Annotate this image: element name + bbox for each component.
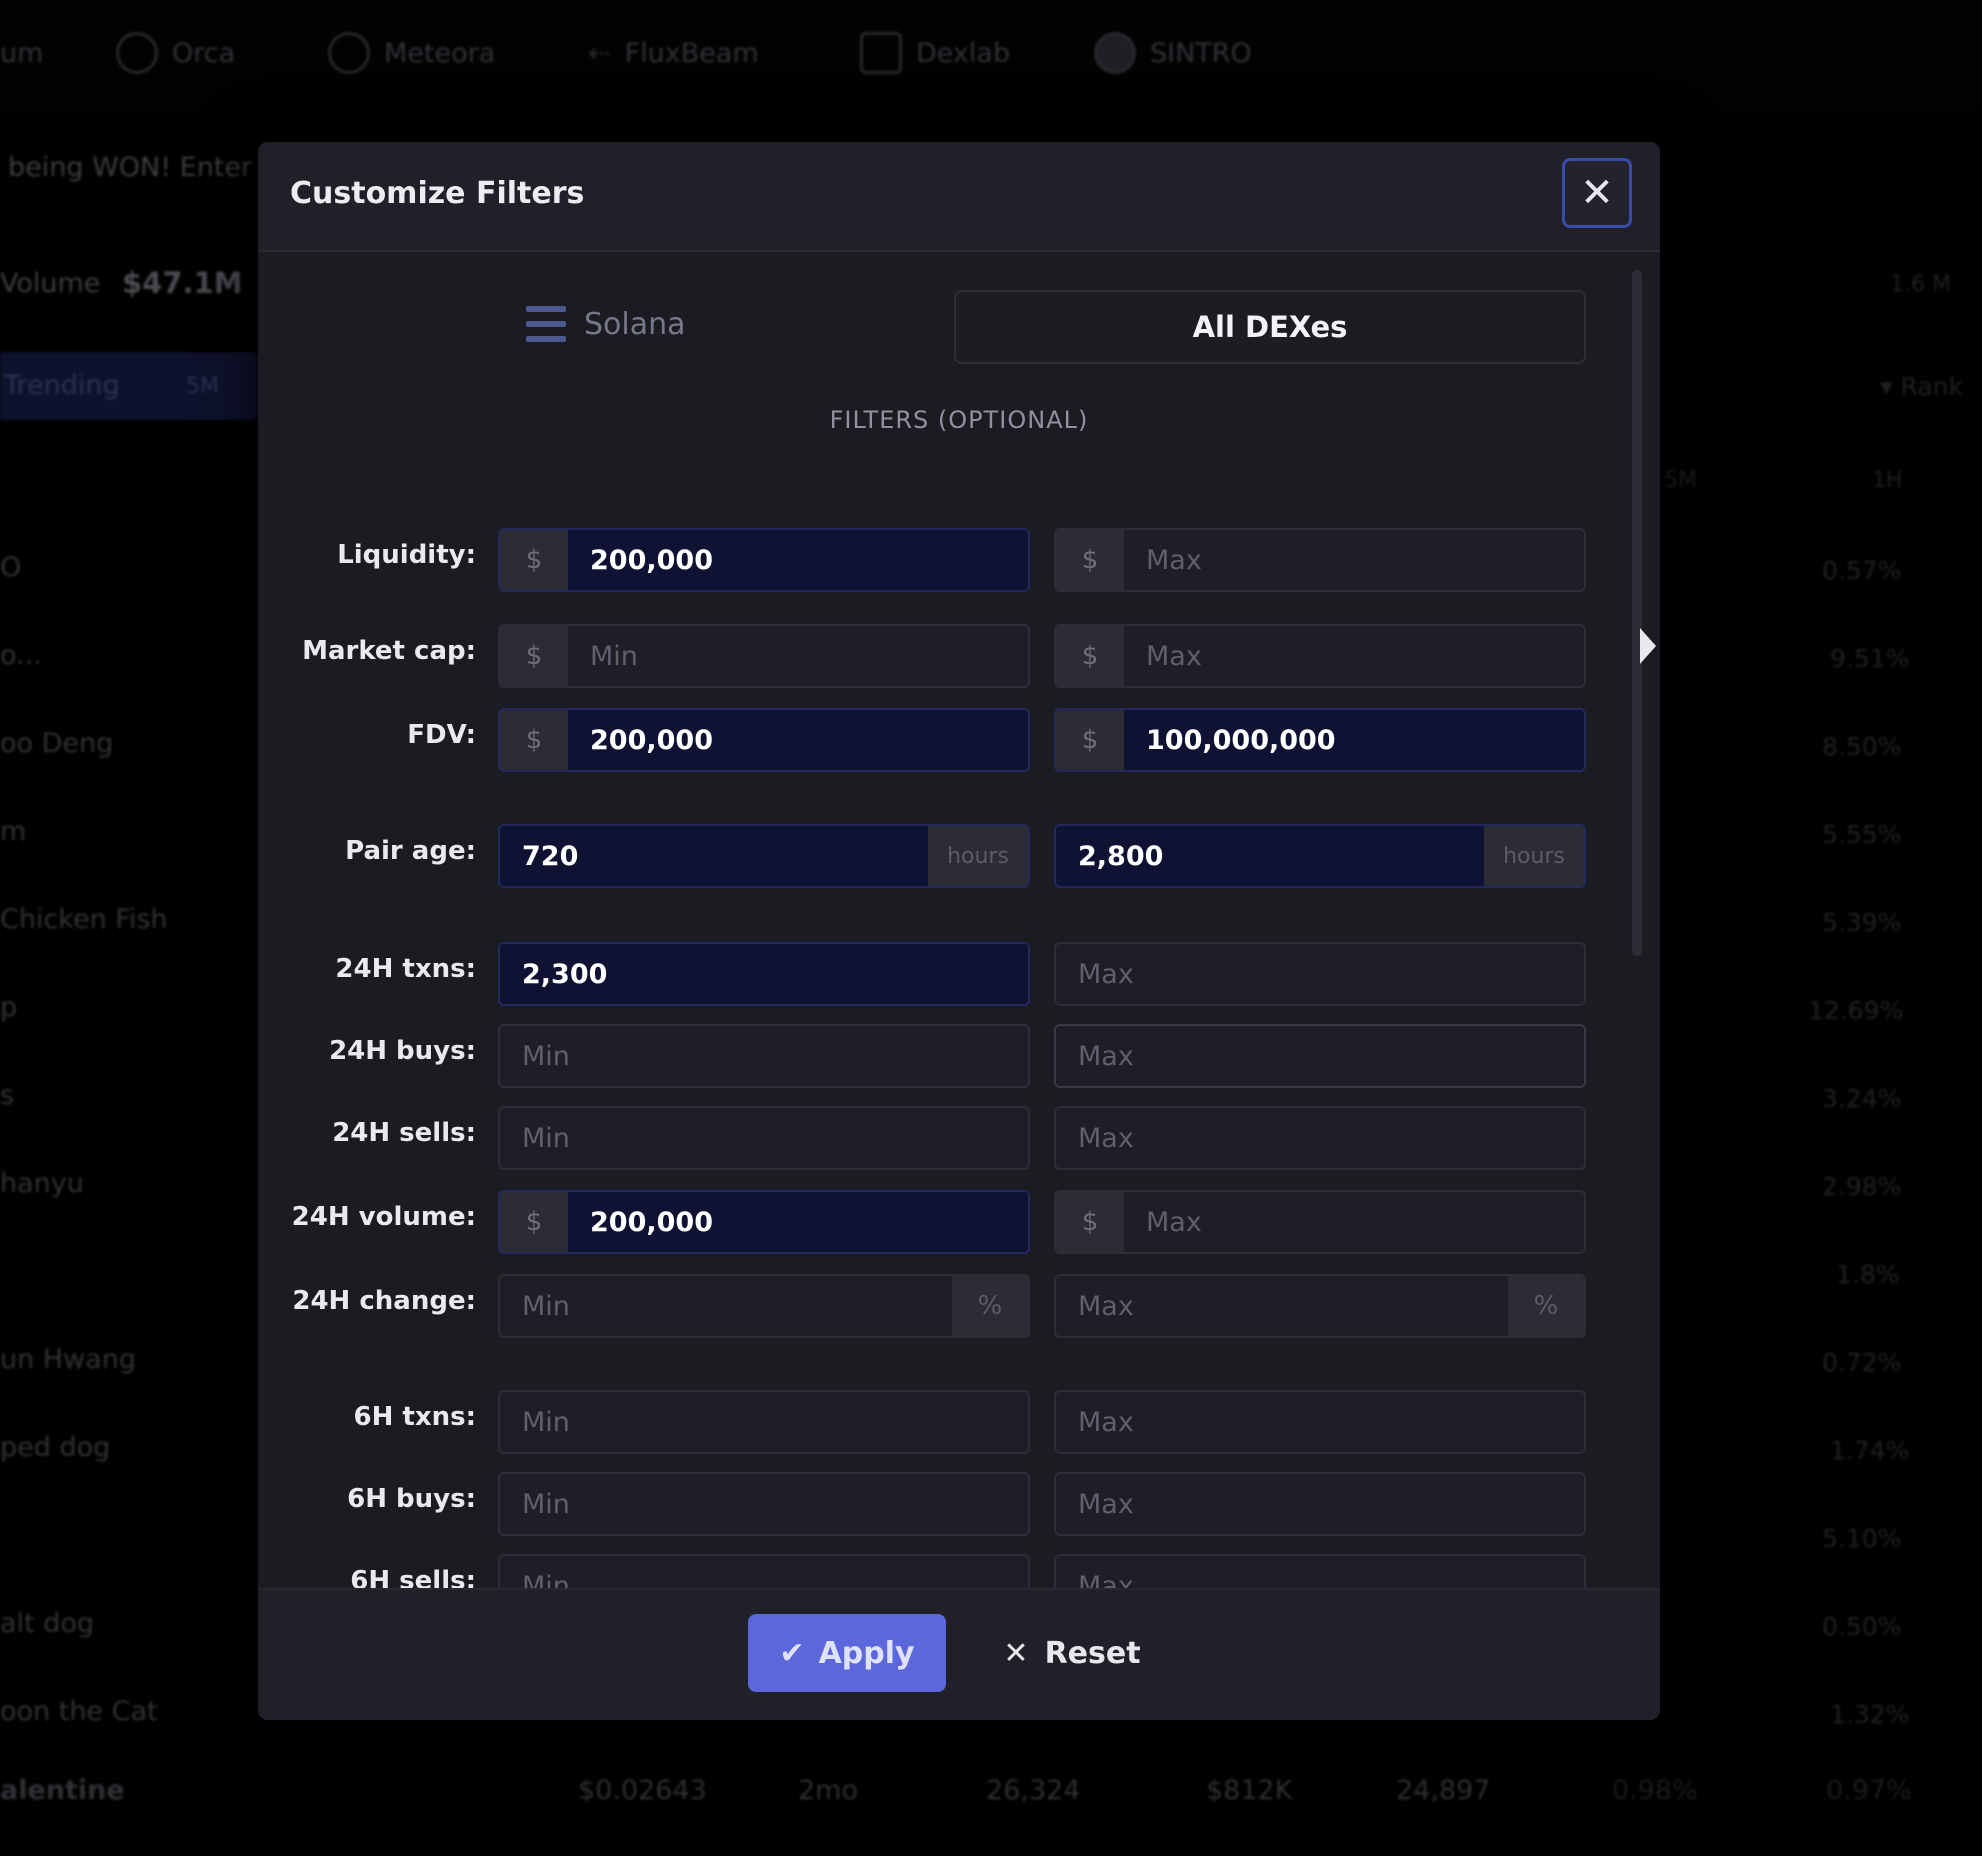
txns-6h-min-placeholder[interactable]: Min [500,1392,1028,1452]
fdv-max-value[interactable]: 100,000,000 [1124,710,1584,770]
dialog-scrollbar[interactable] [1632,270,1642,956]
txns-24h-label: 24H txns: [335,954,476,984]
txns-24h-min-value[interactable]: 2,300 [500,944,1028,1004]
volume-24h-min-input[interactable]: $ 200,000 [498,1190,1030,1254]
fdv-min-value[interactable]: 200,000 [568,710,1028,770]
market-cap-max-input[interactable]: $ Max [1054,624,1586,688]
volume-24h-max-placeholder[interactable]: Max [1124,1192,1584,1252]
volume-24h-min-value[interactable]: 200,000 [568,1192,1028,1252]
buys-6h-max-input[interactable]: Max [1054,1472,1586,1536]
dialog-header: Customize Filters ✕ [258,142,1660,252]
dialog-footer: ✔ Apply ✕ Reset [258,1588,1660,1720]
dollar-icon: $ [500,626,568,686]
txns-6h-max-input[interactable]: Max [1054,1390,1586,1454]
pair-age-min-value[interactable]: 720 [500,826,928,886]
reset-button[interactable]: ✕ Reset [994,1614,1150,1692]
buys-6h-label: 6H buys: [347,1484,476,1514]
percent-icon: % [952,1276,1028,1336]
market-cap-label: Market cap: [302,636,476,666]
dollar-icon: $ [500,710,568,770]
pair-age-max-value[interactable]: 2,800 [1056,826,1484,886]
txns-24h-min-input[interactable]: 2,300 [498,942,1030,1006]
liquidity-min-input[interactable]: $ 200,000 [498,528,1030,592]
percent-icon: % [1508,1276,1584,1336]
txns-6h-max-placeholder[interactable]: Max [1056,1392,1584,1452]
pair-age-label: Pair age: [345,836,476,866]
solana-icon [526,306,566,342]
buys-6h-min-input[interactable]: Min [498,1472,1030,1536]
apply-button[interactable]: ✔ Apply [748,1614,946,1692]
sells-24h-label: 24H sells: [332,1118,476,1148]
dialog-title: Customize Filters [290,176,585,211]
txns-6h-label: 6H txns: [353,1402,476,1432]
dollar-icon: $ [1056,710,1124,770]
market-cap-min-placeholder[interactable]: Min [568,626,1028,686]
fdv-min-input[interactable]: $ 200,000 [498,708,1030,772]
market-cap-min-input[interactable]: $ Min [498,624,1030,688]
apply-label: Apply [818,1635,915,1671]
dex-selector[interactable]: All DEXes [954,290,1586,364]
buys-24h-max-placeholder[interactable]: Max [1056,1026,1584,1086]
sells-24h-min-placeholder[interactable]: Min [500,1108,1028,1168]
txns-24h-max-placeholder[interactable]: Max [1056,944,1584,1004]
dollar-icon: $ [500,530,568,590]
dex-selector-label: All DEXes [1192,310,1348,344]
pair-age-min-input[interactable]: 720 hours [498,824,1030,888]
close-icon: ✕ [1580,170,1614,216]
liquidity-max-input[interactable]: $ Max [1054,528,1586,592]
change-24h-min-input[interactable]: Min % [498,1274,1030,1338]
change-24h-max-placeholder[interactable]: Max [1056,1276,1508,1336]
close-x-icon: ✕ [1003,1635,1029,1671]
mouse-cursor-icon [1640,628,1656,664]
fdv-label: FDV: [407,720,476,750]
dollar-icon: $ [1056,530,1124,590]
check-icon: ✔ [779,1635,805,1671]
chain-selector[interactable]: Solana [526,290,686,358]
buys-6h-min-placeholder[interactable]: Min [500,1474,1028,1534]
pair-age-max-input[interactable]: 2,800 hours [1054,824,1586,888]
txns-6h-min-input[interactable]: Min [498,1390,1030,1454]
liquidity-label: Liquidity: [337,540,476,570]
change-24h-min-placeholder[interactable]: Min [500,1276,952,1336]
txns-24h-max-input[interactable]: Max [1054,942,1586,1006]
chain-label: Solana [584,306,686,342]
dialog-body: Solana All DEXes FILTERS (OPTIONAL) Liqu… [258,252,1660,1618]
market-cap-max-placeholder[interactable]: Max [1124,626,1584,686]
filters-section-heading: FILTERS (OPTIONAL) [829,406,1089,434]
sells-24h-max-placeholder[interactable]: Max [1056,1108,1584,1168]
change-24h-label: 24H change: [292,1286,476,1316]
customize-filters-dialog: Customize Filters ✕ Solana All DEXes FIL… [258,142,1660,1720]
dollar-icon: $ [500,1192,568,1252]
liquidity-min-value[interactable]: 200,000 [568,530,1028,590]
change-24h-max-input[interactable]: Max % [1054,1274,1586,1338]
buys-24h-max-input[interactable]: Max [1054,1024,1586,1088]
buys-6h-max-placeholder[interactable]: Max [1056,1474,1584,1534]
sells-24h-min-input[interactable]: Min [498,1106,1030,1170]
dollar-icon: $ [1056,626,1124,686]
buys-24h-label: 24H buys: [329,1036,476,1066]
hours-unit: hours [928,826,1028,886]
sells-24h-max-input[interactable]: Max [1054,1106,1586,1170]
dollar-icon: $ [1056,1192,1124,1252]
close-button[interactable]: ✕ [1562,158,1632,228]
liquidity-max-placeholder[interactable]: Max [1124,530,1584,590]
fdv-max-input[interactable]: $ 100,000,000 [1054,708,1586,772]
volume-24h-label: 24H volume: [291,1202,476,1232]
reset-label: Reset [1044,1635,1141,1671]
buys-24h-min-placeholder[interactable]: Min [500,1026,1028,1086]
hours-unit: hours [1484,826,1584,886]
volume-24h-max-input[interactable]: $ Max [1054,1190,1586,1254]
buys-24h-min-input[interactable]: Min [498,1024,1030,1088]
